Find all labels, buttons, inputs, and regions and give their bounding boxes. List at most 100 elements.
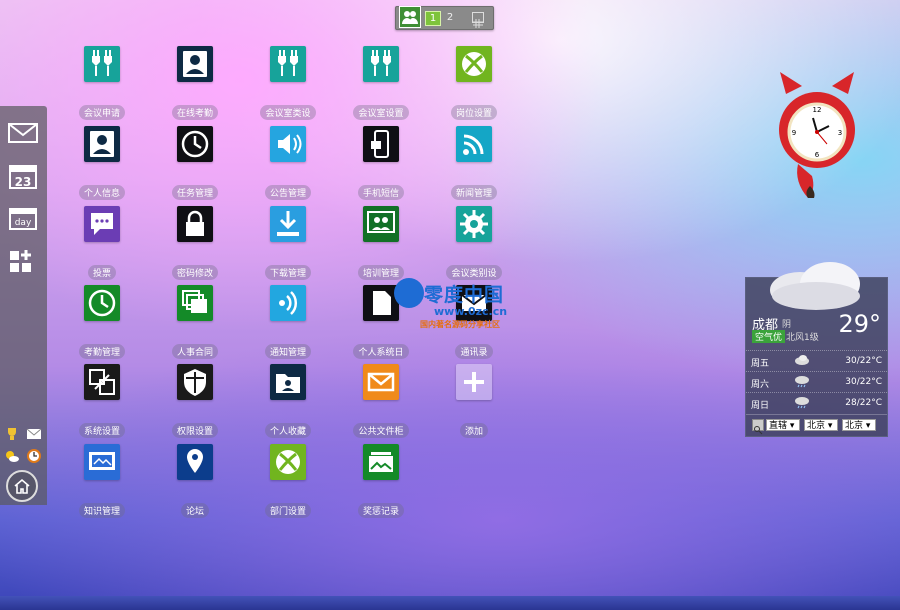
app-label: 岗位设置 [450,105,497,120]
grid-icon[interactable] [472,12,484,28]
phone-icon [363,126,399,162]
weather-controls: 直辖 ▾ 北京 ▾ 北京 ▾ [746,414,887,437]
page-1-button[interactable]: 1 [425,11,441,26]
watermark-title: 零度中国 [424,284,505,306]
app-shield-icon[interactable]: 权限设置 [150,364,240,438]
watermark-url: www.0zc.cn [434,305,508,318]
app-label: 公告管理 [264,185,311,200]
app-label: 个人信息 [78,185,125,200]
app-chat-icon[interactable]: 投票 [57,206,147,280]
app-plug-icon[interactable]: 会议申请 [57,46,147,120]
app-xbox-icon[interactable]: 岗位设置 [429,46,519,120]
app-group-icon[interactable]: 培训管理 [336,206,426,280]
app-label: 个人系统日 [353,344,409,359]
forecast-day: 周日 [751,401,770,411]
layers-icon [177,285,213,321]
forecast-row: 周日 28/22°C [746,392,887,413]
add-apps-icon[interactable] [7,248,39,276]
app-screen-icon[interactable]: 知识管理 [57,444,147,518]
mail-icon[interactable] [7,120,39,148]
clock-icon [177,126,213,162]
xbox-icon [456,46,492,82]
rain-icon [794,374,810,391]
svg-text:9: 9 [792,129,796,137]
app-label: 人事合同 [171,344,218,359]
app-lock-icon[interactable]: 密码修改 [150,206,240,280]
app-layers-icon[interactable]: 人事合同 [150,285,240,359]
clock-icon[interactable] [26,448,42,464]
app-envelope-icon[interactable]: 公共文件柜 [336,364,426,438]
person-icon [177,46,213,82]
page-switcher: 1 2 [395,6,494,30]
app-label: 权限设置 [171,423,218,438]
forecast-temp: 30/22°C [845,356,882,366]
app-folder-person-icon[interactable]: 个人收藏 [243,364,333,438]
city-select-1[interactable]: 北京 ▾ [804,419,838,431]
app-clock-icon[interactable]: 考勤管理 [57,285,147,359]
app-label: 添加 [459,423,488,438]
small-mail-icon[interactable] [26,426,42,442]
home-icon[interactable] [6,470,38,502]
cloud-icon [794,353,810,370]
weather-widget: 成都 阴 空气优 北风1级 29° 周五 30/22°C 周六 30/22°C … [745,262,888,437]
rss-icon [456,126,492,162]
watermark-logo [394,278,424,308]
app-pin-icon[interactable]: 论坛 [150,444,240,518]
app-label: 下载管理 [264,265,311,280]
app-photos-icon[interactable]: 奖惩记录 [336,444,426,518]
envelope-icon [363,364,399,400]
forecast-day: 周六 [751,380,770,390]
app-label: 部门设置 [264,503,311,518]
app-label: 论坛 [180,503,209,518]
app-download-icon[interactable]: 下载管理 [243,206,333,280]
app-rss-icon[interactable]: 新闻管理 [429,126,519,200]
app-plus-icon[interactable]: 添加 [429,364,519,438]
pin-icon [177,444,213,480]
gear-icon [456,206,492,242]
people-icon[interactable] [399,6,421,28]
app-gear-icon[interactable]: 会议类别设 [429,206,519,280]
fox-clock-widget[interactable]: 12 3 6 9 [776,72,858,202]
weather-icon[interactable] [4,448,20,464]
plug-icon [363,46,399,82]
speaker-icon [270,126,306,162]
app-label: 投票 [87,265,116,280]
plug-icon [84,46,120,82]
app-wifi-signal-icon[interactable]: 通知管理 [243,285,333,359]
trophy-icon[interactable] [4,426,20,442]
day-icon[interactable]: day [7,206,39,234]
cloud-icon [760,254,872,318]
app-phone-icon[interactable]: 手机短信 [336,126,426,200]
wind-text: 北风1级 [786,333,819,343]
province-select[interactable]: 直辖 ▾ [766,419,800,431]
app-plug-icon[interactable]: 会议室设置 [336,46,426,120]
swap-icon [84,364,120,400]
page-2-button[interactable]: 2 [443,11,457,24]
app-xbox-icon[interactable]: 部门设置 [243,444,333,518]
app-clock-icon[interactable]: 任务管理 [150,126,240,200]
search-icon[interactable] [752,419,764,435]
app-label: 会议室设置 [353,105,409,120]
forecast-temp: 28/22°C [845,398,882,408]
shield-icon [177,364,213,400]
app-person-icon[interactable]: 在线考勤 [150,46,240,120]
forecast-row: 周六 30/22°C [746,371,887,392]
calendar-icon[interactable]: 23 [7,162,39,190]
app-speaker-icon[interactable]: 公告管理 [243,126,333,200]
watermark: 零度中国 www.0zc.cn 国内著名源码分享社区 [394,278,534,332]
app-label: 奖惩记录 [357,503,404,518]
app-label: 知识管理 [78,503,125,518]
app-swap-icon[interactable]: 系统设置 [57,364,147,438]
app-person-icon[interactable]: 个人信息 [57,126,147,200]
forecast-row: 周五 30/22°C [746,350,887,371]
city-select-2[interactable]: 北京 ▾ [842,419,876,431]
app-label: 密码修改 [171,265,218,280]
app-label: 任务管理 [171,185,218,200]
xbox-icon [270,444,306,480]
app-label: 会议申请 [78,105,125,120]
svg-text:23: 23 [15,175,32,189]
plug-icon [270,46,306,82]
download-icon [270,206,306,242]
plus-icon [456,364,492,400]
app-plug-icon[interactable]: 会议室类设 [243,46,333,120]
